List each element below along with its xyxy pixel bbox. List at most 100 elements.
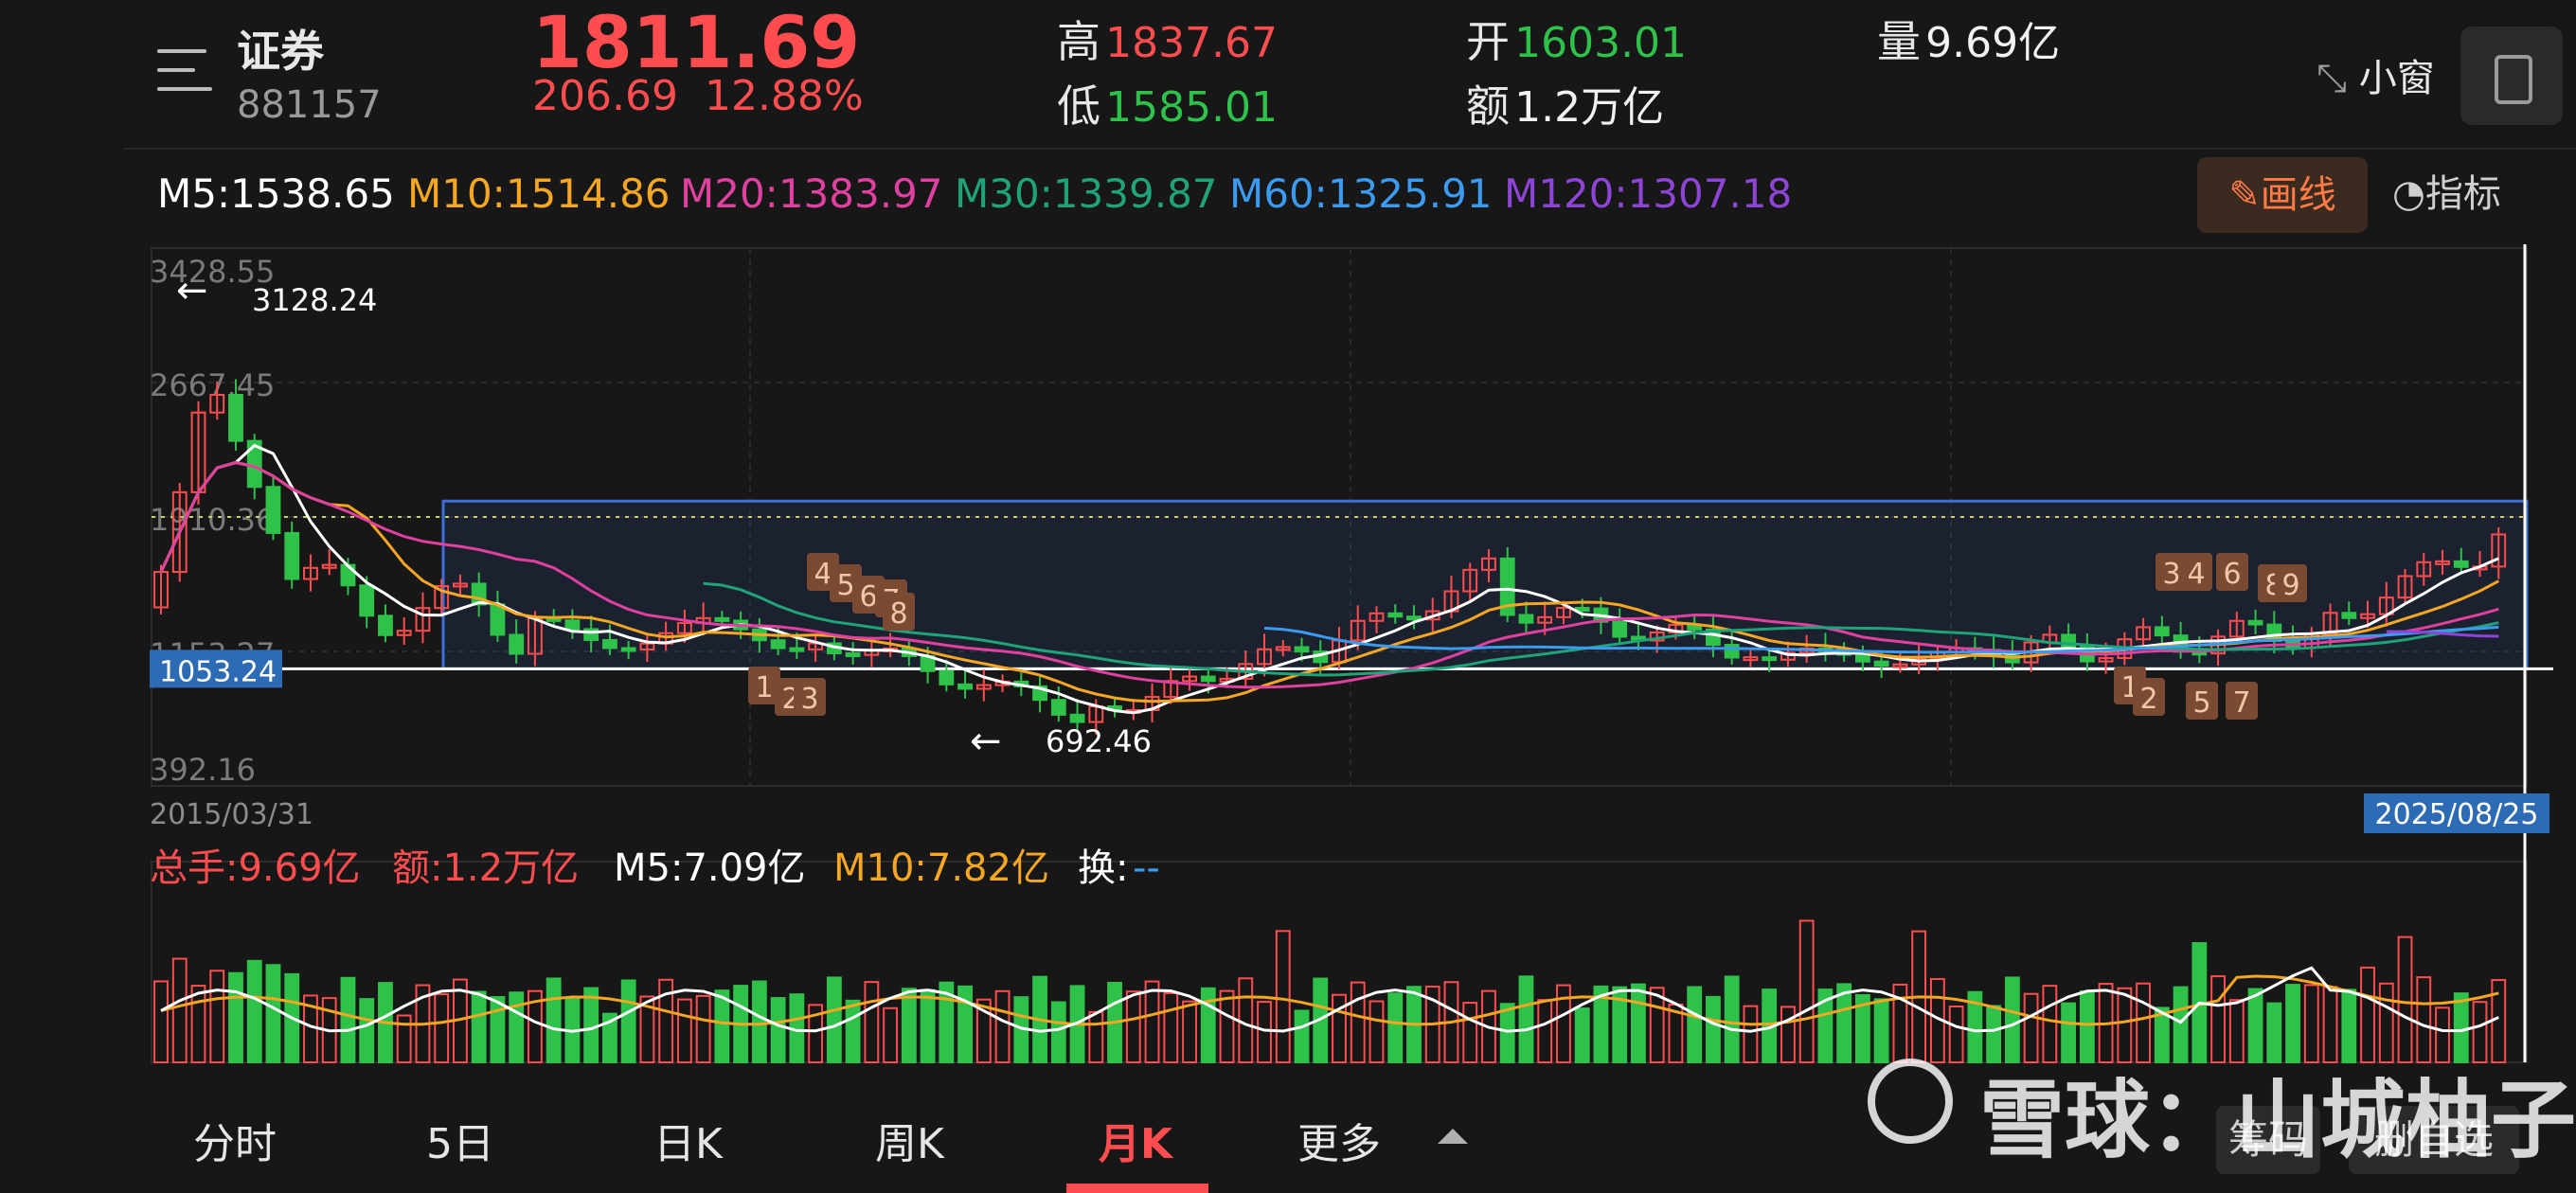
candle-body (1332, 639, 1347, 664)
volume-bar (246, 959, 262, 1064)
open-label: 开 (1466, 16, 1510, 67)
ma5-label: M5:1538.65 (157, 170, 395, 217)
change-percent: 12.88% (704, 72, 864, 120)
volume-bar (864, 981, 880, 1063)
ma20-label: M20:1383.97 (680, 170, 943, 217)
signal-marker: 4 (2187, 558, 2205, 591)
y-tick-label: 3428.55 (150, 254, 275, 290)
volume-bar (695, 994, 711, 1063)
volume-stat: 量 9.69亿 (1877, 8, 2060, 70)
candle-body (171, 490, 188, 574)
candle-body (2266, 623, 2282, 643)
candle-body (1724, 644, 1740, 659)
active-tab-indicator (1066, 1184, 1208, 1193)
signal-marker-bg (2258, 564, 2290, 602)
volume-panel-frame (151, 861, 2528, 1063)
volume-bar (826, 976, 842, 1064)
candle-body (1911, 657, 1927, 666)
volume-bar (453, 978, 468, 1064)
volume-bar (171, 957, 188, 1064)
menu-icon[interactable] (157, 47, 212, 97)
open-stat: 开 1603.01 (1466, 8, 1687, 70)
volume-bar (1911, 930, 1927, 1063)
volume-bar (284, 972, 300, 1063)
candles (153, 379, 2507, 735)
landscape-toggle-button[interactable] (2460, 27, 2563, 125)
range-box (441, 499, 2529, 670)
tab-daily-k[interactable]: 日K (653, 1110, 723, 1170)
volume-bar (620, 979, 636, 1063)
tab-5day[interactable]: 5日 (426, 1110, 494, 1170)
volume-bar (1257, 1001, 1272, 1063)
candle-body (2004, 654, 2020, 664)
mini-window-button[interactable]: ⤡ 小窗 (2317, 47, 2435, 102)
tab-more[interactable]: 更多 (1297, 1110, 1381, 1170)
volume-bar (1200, 987, 1216, 1064)
candle-body (340, 563, 356, 587)
candle-body (695, 616, 711, 625)
indicator-button[interactable]: ◔指标 (2392, 163, 2501, 218)
candle-body (1294, 646, 1310, 653)
volume-bar (939, 981, 955, 1063)
volume-bar (1574, 1007, 1590, 1064)
high-stat: 高 1837.67 (1057, 8, 1278, 70)
volume-bar (1481, 989, 1496, 1064)
volume-bar (1069, 985, 1085, 1063)
volume-bar (994, 989, 1011, 1064)
candle-body (1967, 647, 1983, 652)
volume-bar (265, 964, 281, 1064)
candle-body (1013, 680, 1029, 687)
tab-weekly-k[interactable]: 周K (875, 1110, 944, 1170)
tab-intraday[interactable]: 分时 (193, 1110, 277, 1170)
signal-marker: 4 (814, 558, 832, 591)
signal-marker-bg (775, 678, 807, 716)
snowball-logo-icon (1868, 1059, 1953, 1144)
volume-bar (1238, 977, 1254, 1063)
volume-bar (1219, 989, 1235, 1064)
candle-body (546, 616, 562, 622)
candle-body (2453, 560, 2469, 568)
signal-marker-bg (2275, 564, 2307, 602)
price-panel-frame (151, 247, 2528, 787)
signal-marker-bg (2180, 553, 2212, 591)
volume-amount-label: 额:1.2万亿 (392, 846, 579, 890)
amount-label: 额 (1466, 80, 1510, 132)
signal-marker: 7 (2232, 686, 2250, 720)
header-divider (123, 148, 2576, 150)
high-value: 1837.67 (1105, 19, 1279, 67)
volume-bar (1873, 998, 1889, 1063)
signal-marker-bg (875, 579, 907, 617)
volume-bar (1368, 1000, 1385, 1063)
draw-line-button[interactable]: ✎画线 (2197, 157, 2368, 233)
volume-bar (639, 995, 655, 1064)
y-tick-label: 1910.36 (150, 502, 275, 538)
volume-bar (1780, 1006, 1796, 1064)
candle-body (845, 652, 861, 658)
candle-body (2042, 633, 2058, 644)
candle-body (1387, 612, 1404, 618)
gauge-icon: ◔ (2392, 172, 2425, 216)
candle-body (1499, 557, 1515, 616)
volume-bar (546, 977, 562, 1064)
signal-marker-bg (2133, 678, 2165, 716)
volume-bar (1854, 993, 1870, 1064)
volume-bar (303, 994, 318, 1063)
shrink-icon: ⤡ (2317, 57, 2347, 100)
volume-bar (789, 993, 805, 1064)
candle-body (2191, 650, 2208, 656)
candle-body (490, 603, 506, 636)
ma60-label: M60:1325.91 (1229, 170, 1493, 217)
volume-bar (733, 985, 749, 1064)
tab-monthly-k[interactable]: 月K (1099, 1110, 1172, 1170)
volume-bar (1612, 986, 1628, 1063)
ma5-line (159, 443, 2499, 715)
volume-bar (2191, 942, 2208, 1063)
candle-body (975, 684, 992, 690)
volume-bar (509, 991, 525, 1063)
candle-body (2154, 626, 2170, 637)
signal-marker: 2 (781, 683, 799, 716)
signal-marker: 2 (2139, 683, 2157, 716)
volume-bar (2416, 976, 2432, 1064)
candle-body (1537, 615, 1553, 624)
candle-body (1443, 590, 1459, 613)
